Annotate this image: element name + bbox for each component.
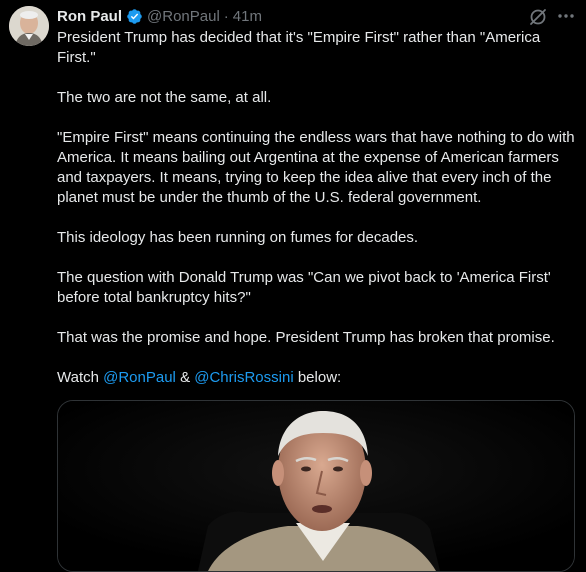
avatar-image <box>9 6 49 46</box>
video-thumbnail <box>58 401 574 571</box>
tweet-text: President Trump has decided that it's "E… <box>57 28 577 408</box>
tweet-header: Ron Paul @RonPaul · 41m <box>57 6 262 26</box>
watch-middle: & <box>175 369 195 386</box>
author-handle[interactable]: @RonPaul <box>147 8 220 25</box>
separator-dot: · <box>223 7 229 25</box>
mention-chrisrossini[interactable]: @ChrisRossini <box>194 369 293 386</box>
more-options-icon[interactable] <box>556 6 576 26</box>
tweet-paragraph: "Empire First" means continuing the endl… <box>57 129 575 206</box>
tweet-paragraph: President Trump has decided that it's "E… <box>57 29 541 66</box>
tweet-paragraph: That was the promise and hope. President… <box>57 329 555 346</box>
tweet-timestamp[interactable]: 41m <box>233 8 262 25</box>
tweet-paragraph: This ideology has been running on fumes … <box>57 229 419 246</box>
tweet-paragraph: The question with Donald Trump was "Can … <box>57 269 551 306</box>
watch-prefix: Watch <box>57 369 104 386</box>
tweet-paragraph: The two are not the same, at all. <box>57 89 272 106</box>
tweet-paragraph-watch: Watch @RonPaul & @ChrisRossini below: <box>57 368 577 388</box>
author-avatar[interactable] <box>9 6 49 46</box>
mention-ronpaul[interactable]: @RonPaul <box>103 369 176 386</box>
video-player[interactable] <box>57 400 575 572</box>
verified-badge-icon[interactable] <box>126 8 143 25</box>
author-name[interactable]: Ron Paul <box>57 8 122 25</box>
watch-suffix: below: <box>293 369 342 386</box>
grok-icon[interactable] <box>528 7 548 27</box>
